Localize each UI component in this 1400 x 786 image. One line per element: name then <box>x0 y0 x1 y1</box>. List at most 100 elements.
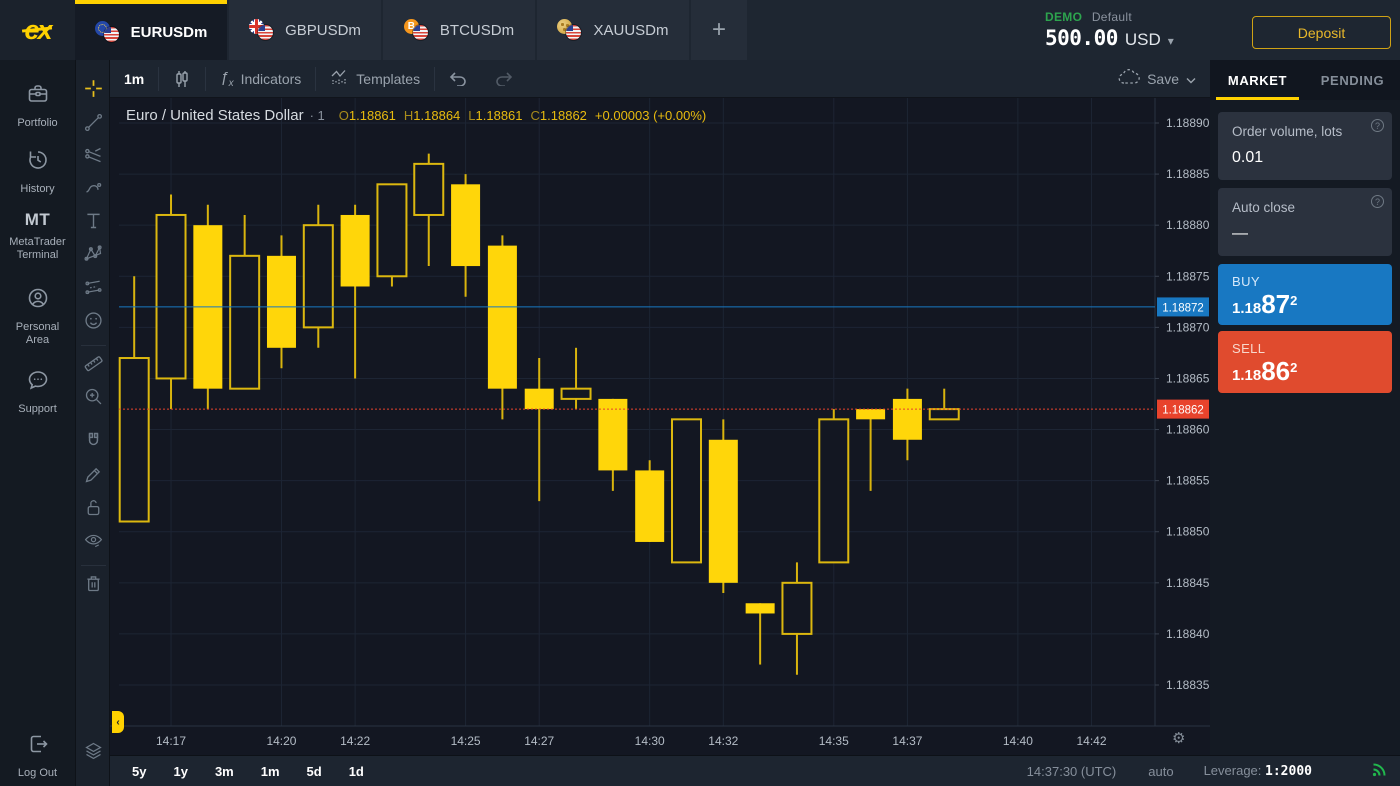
fx-icon: ƒx <box>220 69 233 89</box>
parallel-channel-tool-icon[interactable] <box>83 276 104 297</box>
price-axis-label: 1.18845 <box>1166 576 1210 590</box>
text-tool-icon[interactable] <box>83 210 104 231</box>
collapse-drawbar-handle[interactable]: ‹ <box>112 711 124 733</box>
help-icon[interactable]: ? <box>1371 195 1384 208</box>
auto-close-field[interactable]: ? Auto close — <box>1218 188 1392 256</box>
candle-14:21 <box>304 205 333 348</box>
price-axis-label: 1.18885 <box>1166 167 1210 181</box>
crosshair-tool-icon[interactable] <box>83 78 104 99</box>
timezone-auto-toggle[interactable]: auto <box>1148 764 1173 779</box>
price-axis-label: 1.18850 <box>1166 525 1210 539</box>
undo-button[interactable] <box>435 60 481 98</box>
time-axis-label: 14:30 <box>635 734 665 748</box>
header-bar: ex EURUSDm GBPUSDm BTCUSDm <box>0 0 1400 60</box>
cloud-save-icon <box>1118 69 1140 88</box>
range-1m-button[interactable]: 1m <box>261 764 280 779</box>
trading-terminal: ex EURUSDm GBPUSDm BTCUSDm <box>0 0 1400 786</box>
time-axis-label: 14:17 <box>156 734 186 748</box>
trend-line-tool-icon[interactable] <box>83 112 104 133</box>
xabcd-pattern-tool-icon[interactable] <box>83 243 104 264</box>
person-icon <box>26 286 50 315</box>
price-axis-label: 1.18865 <box>1166 371 1210 385</box>
redo-button[interactable] <box>481 60 527 98</box>
svg-text:1.18862: 1.18862 <box>1162 405 1204 417</box>
sidebar-item-logout[interactable]: Log Out <box>0 732 75 780</box>
auto-close-value[interactable]: — <box>1232 225 1380 243</box>
chart-settings-gear-icon[interactable]: ⚙ <box>1172 729 1185 747</box>
ohlc-high: 1.18864 <box>413 108 460 123</box>
eur-usd-pair-icon <box>95 21 121 43</box>
sell-button[interactable]: SELL 1.18862 <box>1218 331 1392 393</box>
drawing-mode-lock-icon[interactable] <box>83 464 104 485</box>
toolbar-divider <box>81 345 106 346</box>
sidebar-item-label: Portfolio <box>17 117 57 130</box>
timeframe-button[interactable]: 1m <box>110 60 158 98</box>
tab-market[interactable]: MARKET <box>1210 60 1305 100</box>
price-axis-label: 1.18855 <box>1166 474 1210 488</box>
remove-drawings-trash-icon[interactable] <box>83 573 104 594</box>
fib-lines-tool-icon[interactable] <box>83 145 104 166</box>
candle-14:37 <box>893 389 922 461</box>
time-axis-label: 14:25 <box>451 734 481 748</box>
account-profile-name: Default <box>1092 10 1132 24</box>
indicators-button[interactable]: ƒx Indicators <box>206 60 315 98</box>
symbol-tab-label: BTCUSDm <box>440 22 514 39</box>
sidebar-item-portfolio[interactable]: Portfolio <box>0 82 75 130</box>
candle-14:26 <box>488 235 517 419</box>
emoji-tool-icon[interactable] <box>83 310 104 331</box>
sidebar-item-history[interactable]: History <box>0 148 75 196</box>
zoom-in-tool-icon[interactable] <box>83 386 104 407</box>
range-5d-button[interactable]: 5d <box>307 764 322 779</box>
chat-icon <box>26 368 50 397</box>
candle-14:38 <box>930 389 959 420</box>
exness-logo[interactable]: ex <box>0 0 75 60</box>
save-layout-button[interactable]: Save <box>1104 69 1210 88</box>
buy-button-label: BUY <box>1232 274 1392 289</box>
templates-button[interactable]: Templates <box>316 60 434 98</box>
svg-text:1.18872: 1.18872 <box>1162 302 1204 314</box>
symbol-tab-eurusd[interactable]: EURUSDm <box>75 0 227 60</box>
range-1y-button[interactable]: 1y <box>173 764 187 779</box>
exness-logo-glyph: ex <box>24 15 50 46</box>
sidebar-item-support[interactable]: Support <box>0 368 75 416</box>
lock-drawings-icon[interactable] <box>83 497 104 518</box>
time-axis-label: 14:35 <box>819 734 849 748</box>
hide-drawings-eye-icon[interactable] <box>83 530 104 551</box>
order-volume-field[interactable]: ? Order volume, lots 0.01 <box>1218 112 1392 180</box>
brush-tool-icon[interactable] <box>83 178 104 199</box>
range-1d-button[interactable]: 1d <box>349 764 364 779</box>
leverage-label: Leverage: <box>1204 763 1262 778</box>
chart-toolbar: 1m ƒx Indicators Templates <box>110 60 1210 98</box>
magnet-tool-icon[interactable] <box>83 430 104 451</box>
help-icon[interactable]: ? <box>1371 119 1384 132</box>
chart-canvas[interactable]: 1.188901.188851.188801.188751.188701.188… <box>110 98 1210 755</box>
sidebar-item-label: Log Out <box>18 767 57 780</box>
range-5y-button[interactable]: 5y <box>132 764 146 779</box>
symbol-tab-xauusd[interactable]: XAUUSDm <box>537 0 689 60</box>
app-sidebar: Portfolio History MT MetaTrader Terminal… <box>0 60 75 786</box>
symbol-tab-btcusd[interactable]: BTCUSDm <box>383 0 535 60</box>
sidebar-item-personal-area[interactable]: Personal Area <box>0 286 75 347</box>
save-label: Save <box>1147 71 1179 87</box>
buy-button[interactable]: BUY 1.18872 <box>1218 264 1392 325</box>
mt-logo: MT <box>25 210 51 230</box>
object-tree-layers-icon[interactable] <box>83 740 104 761</box>
price-axis-label: 1.18880 <box>1166 218 1210 232</box>
tab-pending[interactable]: PENDING <box>1305 60 1400 100</box>
sidebar-item-metatrader[interactable]: MT MetaTrader Terminal <box>0 210 75 262</box>
range-3m-button[interactable]: 3m <box>215 764 234 779</box>
add-symbol-tab-button[interactable]: + <box>691 0 747 60</box>
chart-style-candles-button[interactable] <box>159 60 205 98</box>
account-mode-badge: DEMO <box>1045 10 1082 24</box>
sidebar-item-label: Support <box>18 403 57 416</box>
time-axis-label: 14:22 <box>340 734 370 748</box>
ruler-tool-icon[interactable] <box>83 353 104 374</box>
symbol-tab-gbpusd[interactable]: GBPUSDm <box>229 0 381 60</box>
order-volume-value[interactable]: 0.01 <box>1232 149 1380 167</box>
briefcase-icon <box>26 82 50 111</box>
account-switcher[interactable]: DEMO Default 500.00 USD ▾ <box>1045 10 1205 50</box>
deposit-button[interactable]: Deposit <box>1252 16 1391 49</box>
server-clock: 14:37:30 (UTC) <box>1027 764 1117 779</box>
auto-close-label: Auto close <box>1232 200 1380 215</box>
time-axis-label: 14:27 <box>524 734 554 748</box>
